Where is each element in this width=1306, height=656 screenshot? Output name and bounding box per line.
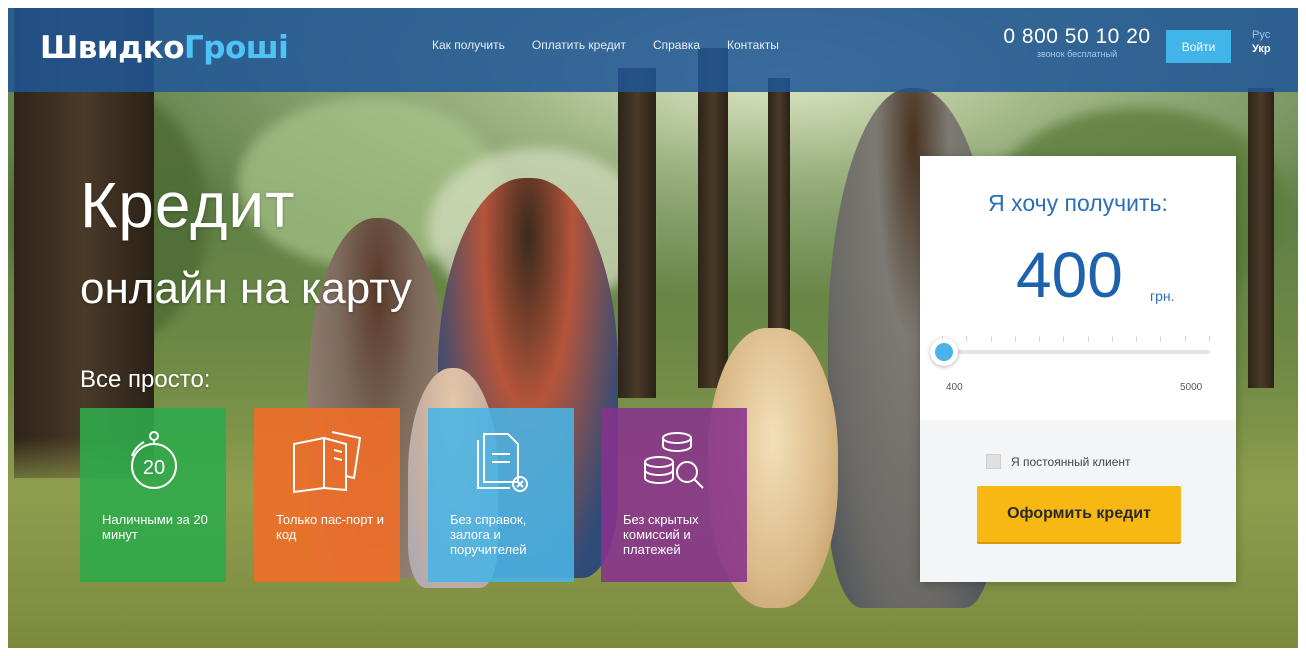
hero-title: Кредит <box>80 169 296 241</box>
language-switcher: Рус Укр <box>1252 28 1271 56</box>
calculator-heading: Я хочу получить: <box>988 190 1168 216</box>
passport-icon <box>293 431 362 494</box>
amount-slider-handle[interactable] <box>930 338 958 366</box>
feature-tile-cash-20-min: 20 Наличными за 20 минут <box>80 408 226 582</box>
stopwatch-number: 20 <box>143 457 165 479</box>
nav-link-pay-credit[interactable]: Оплатить кредит <box>532 38 626 52</box>
nav-link-contacts[interactable]: Контакты <box>727 38 779 52</box>
phone-block: 0 800 50 10 20 звонок бесплатный <box>992 25 1162 59</box>
lang-uk-link[interactable]: Укр <box>1252 42 1271 56</box>
logo-text-part1: Швидко <box>40 30 185 66</box>
amount-slider-track[interactable] <box>942 350 1210 354</box>
currency-label: грн. <box>1150 288 1175 304</box>
hero-subtitle: онлайн на карту <box>80 264 412 313</box>
logo[interactable]: ШвидкоГроші <box>40 30 289 66</box>
slider-max-label: 5000 <box>1180 382 1203 393</box>
stopwatch-icon: 20 <box>131 431 177 489</box>
loan-calculator-panel: Я хочу получить: 400 грн. 400 5000 Я пос… <box>920 156 1236 582</box>
feature-tile-no-documents: Без справок, залога и поручителей <box>428 408 574 582</box>
feature-text-no-documents: Без справок, залога и поручителей <box>450 512 527 557</box>
lang-ru-link[interactable]: Рус <box>1252 28 1271 42</box>
calculator-bottom: Я постоянный клиент Оформить кредит <box>920 420 1236 582</box>
main-nav: Как получить Оплатить кредит Справка Кон… <box>432 38 779 52</box>
feature-tile-no-hidden-fees: Без скрытых комиссий и платежей <box>601 408 747 582</box>
loan-amount: 400 <box>1016 239 1123 311</box>
nav-link-how-to-get[interactable]: Как получить <box>432 38 505 52</box>
regular-client-checkbox[interactable] <box>986 454 1001 469</box>
regular-client-row[interactable]: Я постоянный клиент <box>986 454 1131 469</box>
feature-text-passport: Только пас-порт и код <box>276 512 385 542</box>
page: ШвидкоГроші Как получить Оплатить кредит… <box>0 0 1306 656</box>
feature-tile-passport: Только пас-порт и код <box>254 408 400 582</box>
logo-text-part2: Гроші <box>184 30 289 66</box>
nav-link-help[interactable]: Справка <box>653 38 700 52</box>
slider-min-label: 400 <box>946 382 963 393</box>
feature-text-no-hidden-fees: Без скрытых комиссий и платежей <box>623 512 699 557</box>
slider-ticks <box>942 336 1210 344</box>
hero-simple-label: Все просто: <box>80 366 211 393</box>
document-icon <box>477 433 528 492</box>
phone-number[interactable]: 0 800 50 10 20 <box>992 25 1162 49</box>
calculator-top: Я хочу получить: 400 грн. 400 5000 <box>920 156 1236 420</box>
coins-search-icon <box>644 432 704 489</box>
feature-text-cash: Наличными за 20 минут <box>102 512 208 542</box>
login-button[interactable]: Войти <box>1166 30 1231 63</box>
site-header: ШвидкоГроші Как получить Оплатить кредит… <box>8 8 1298 92</box>
apply-credit-button[interactable]: Оформить кредит <box>977 486 1181 542</box>
regular-client-label[interactable]: Я постоянный клиент <box>1011 455 1131 469</box>
phone-note: звонок бесплатный <box>1036 49 1118 59</box>
